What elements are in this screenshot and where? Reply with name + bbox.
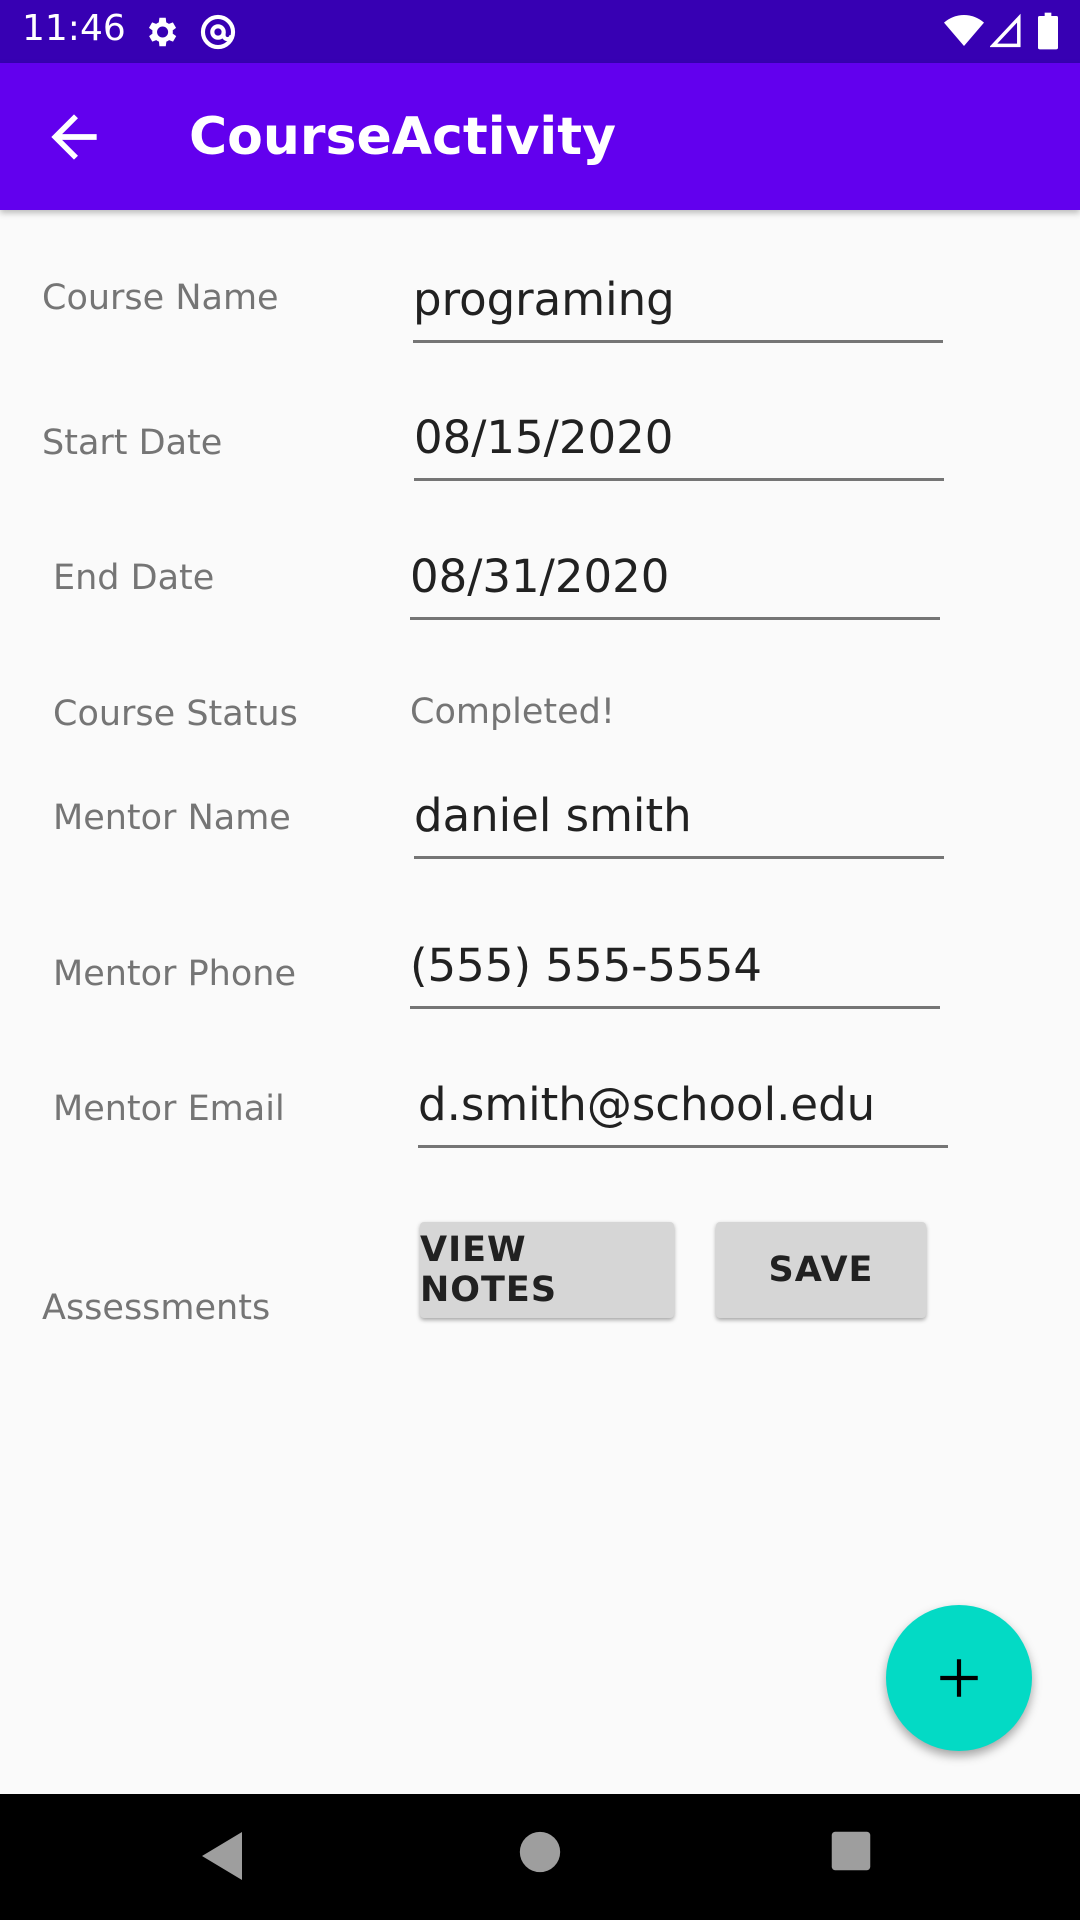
save-button[interactable]: SAVE <box>716 1222 926 1318</box>
end-date-field[interactable] <box>410 547 940 620</box>
app-bar: CourseActivity <box>0 63 1080 210</box>
gear-icon <box>148 17 177 47</box>
course-status-label: Course Status <box>53 694 298 734</box>
at-sign-icon <box>200 14 236 50</box>
status-bar: 11:46 <box>0 0 1080 63</box>
assessments-label: Assessments <box>42 1288 271 1328</box>
start-date-label: Start Date <box>42 423 223 463</box>
view-notes-button[interactable]: VIEW NOTES <box>420 1222 674 1318</box>
mentor-name-input[interactable] <box>414 786 944 846</box>
mentor-phone-label: Mentor Phone <box>53 954 296 994</box>
mentor-email-input[interactable] <box>418 1075 948 1135</box>
mentor-phone-input[interactable] <box>410 936 940 996</box>
start-date-input[interactable] <box>414 408 944 468</box>
navigation-bar <box>0 1794 1080 1920</box>
course-name-label: Course Name <box>42 278 279 318</box>
end-date-input[interactable] <box>410 547 940 607</box>
course-name-input[interactable] <box>413 270 943 330</box>
wifi-icon <box>944 15 984 46</box>
recents-square-icon[interactable] <box>830 1830 872 1872</box>
start-date-field[interactable] <box>414 408 944 481</box>
back-triangle-icon[interactable] <box>198 1830 246 1882</box>
course-name-field[interactable] <box>413 270 943 343</box>
mentor-phone-field[interactable] <box>410 936 940 1009</box>
arrow-left-icon[interactable] <box>40 103 108 171</box>
add-fab-button[interactable] <box>886 1605 1032 1751</box>
page-title: CourseActivity <box>189 107 616 167</box>
mentor-name-label: Mentor Name <box>53 798 291 838</box>
battery-icon <box>1038 12 1058 50</box>
status-time: 11:46 <box>22 8 126 49</box>
signal-icon <box>990 13 1021 48</box>
course-status-value: Completed! <box>410 692 615 732</box>
home-circle-icon[interactable] <box>518 1830 562 1874</box>
end-date-label: End Date <box>53 558 215 598</box>
mentor-name-field[interactable] <box>414 786 944 859</box>
plus-icon <box>940 1659 978 1697</box>
mentor-email-field[interactable] <box>418 1075 948 1148</box>
mentor-email-label: Mentor Email <box>53 1089 285 1129</box>
